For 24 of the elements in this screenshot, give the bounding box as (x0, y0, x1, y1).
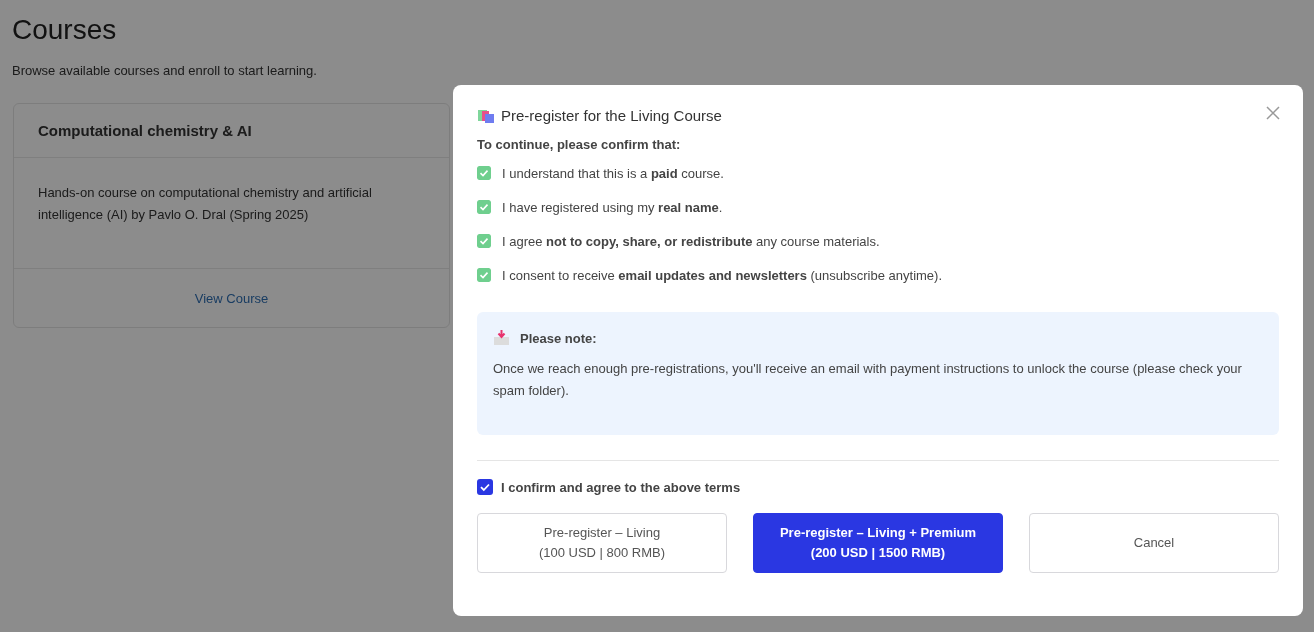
course-description: Hands-on course on computational chemistry and artificial intelligence (AI) by Pavlo O. Dral (Spring 2025) (14, 158, 449, 269)
dialog-intro: To continue, please confirm that: (477, 137, 682, 152)
inbox-icon (493, 330, 510, 346)
confirmation-text: I understand that this is a paid course. (502, 165, 724, 181)
checkbox[interactable] (477, 234, 491, 248)
confirmation-text: I agree not to copy, share, or redistribute any course materials. (502, 233, 880, 249)
checkbox[interactable] (477, 268, 491, 282)
cancel-button[interactable]: Cancel (1029, 513, 1279, 573)
confirmation-text: I have registered using my real name. (502, 199, 723, 215)
page-title: Courses (12, 14, 118, 46)
page-subtitle: Browse available courses and enroll to start learning. (12, 63, 318, 78)
confirmation-text: I consent to receive email updates and newsletters (unsubscribe anytime). (502, 267, 943, 283)
checkbox[interactable] (477, 200, 491, 214)
confirm-label: I confirm and agree to the above terms (501, 479, 741, 495)
note-title: Please note: (520, 330, 597, 346)
confirm-checkbox[interactable] (477, 479, 493, 495)
course-title: Computational chemistry & AI (14, 104, 449, 158)
pre-register-button[interactable]: Pre-register – Living + Premium (200 USD | 1500 RMB) (753, 513, 1003, 573)
note-text: Once we reach enough pre-registrations, you'll receive an email with payment instructions to unlock the course (please check your spam folder). (493, 360, 1243, 400)
checkbox[interactable] (477, 166, 491, 180)
pre-register-button[interactable]: Pre-register – Living (100 USD | 800 RMB) (477, 513, 727, 573)
dialog-title: Pre-register for the Living Course (501, 107, 722, 124)
books-icon (477, 107, 495, 124)
close-icon[interactable] (1265, 105, 1281, 121)
